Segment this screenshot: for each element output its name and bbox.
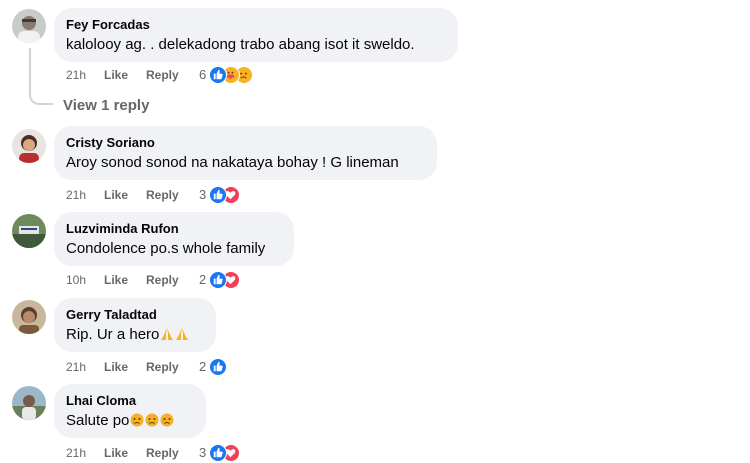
comment-author[interactable]: Gerry Taladtad	[66, 306, 204, 323]
avatar[interactable]	[12, 214, 46, 248]
avatar[interactable]	[12, 129, 46, 163]
comment-bubble: Gerry Taladtad Rip. Ur a hero	[54, 298, 216, 352]
reaction-count[interactable]: 2	[199, 357, 206, 377]
reaction-count[interactable]: 2	[199, 270, 206, 290]
comment-text: Condolence po.s whole family	[66, 240, 266, 257]
reply-button[interactable]: Reply	[146, 185, 179, 205]
comment-bubble: Cristy Soriano Aroy sonod sonod na nakat…	[54, 126, 437, 180]
comment-text: Aroy sonod sonod na nakataya bohay ! G l…	[66, 154, 399, 171]
comment-text: Rip. Ur a hero	[66, 325, 204, 345]
crying-face-emoji	[160, 413, 174, 427]
comment-time[interactable]: 21h	[66, 65, 86, 85]
comment-time[interactable]: 21h	[66, 443, 86, 463]
comment-bubble: Luzviminda Rufon Condolence po.s whole f…	[54, 212, 294, 266]
comment-text-body: Salute po	[66, 412, 130, 429]
folded-hands-emoji	[160, 327, 174, 341]
avatar[interactable]	[12, 386, 46, 420]
reply-button[interactable]: Reply	[146, 443, 179, 463]
comment-author[interactable]: Luzviminda Rufon	[66, 220, 282, 237]
crying-face-emoji	[145, 413, 159, 427]
comment-time[interactable]: 21h	[66, 185, 86, 205]
comment-bubble: Fey Forcadas kalolooy ag. . delekadong t…	[54, 8, 458, 62]
avatar[interactable]	[12, 300, 46, 334]
like-button[interactable]: Like	[104, 443, 128, 463]
reply-button[interactable]: Reply	[146, 270, 179, 290]
comment-time[interactable]: 21h	[66, 357, 86, 377]
like-button[interactable]: Like	[104, 270, 128, 290]
like-icon	[209, 271, 227, 289]
comment-bubble: Lhai Cloma Salute po	[54, 384, 206, 438]
comment-time[interactable]: 10h	[66, 270, 86, 290]
like-icon	[209, 186, 227, 204]
comment-author[interactable]: Fey Forcadas	[66, 16, 446, 33]
reaction-count[interactable]: 6	[199, 65, 206, 85]
folded-hands-emoji	[175, 327, 189, 341]
comment-author[interactable]: Cristy Soriano	[66, 134, 425, 151]
reply-button[interactable]: Reply	[146, 65, 179, 85]
reply-button[interactable]: Reply	[146, 357, 179, 377]
like-icon	[209, 66, 227, 84]
avatar[interactable]	[12, 9, 46, 43]
like-button[interactable]: Like	[104, 65, 128, 85]
like-icon	[209, 444, 227, 462]
reaction-count[interactable]: 3	[199, 443, 206, 463]
like-button[interactable]: Like	[104, 357, 128, 377]
like-button[interactable]: Like	[104, 185, 128, 205]
crying-face-emoji	[130, 413, 144, 427]
comment-text: kalolooy ag. . delekadong trabo abang is…	[66, 36, 415, 53]
reaction-count[interactable]: 3	[199, 185, 206, 205]
reply-thread-line	[29, 48, 53, 105]
comment-author[interactable]: Lhai Cloma	[66, 392, 194, 409]
view-replies-link[interactable]: View 1 reply	[63, 96, 149, 116]
comment-text: Salute po	[66, 411, 194, 431]
comment-text-body: Rip. Ur a hero	[66, 326, 160, 343]
like-icon	[209, 358, 227, 376]
